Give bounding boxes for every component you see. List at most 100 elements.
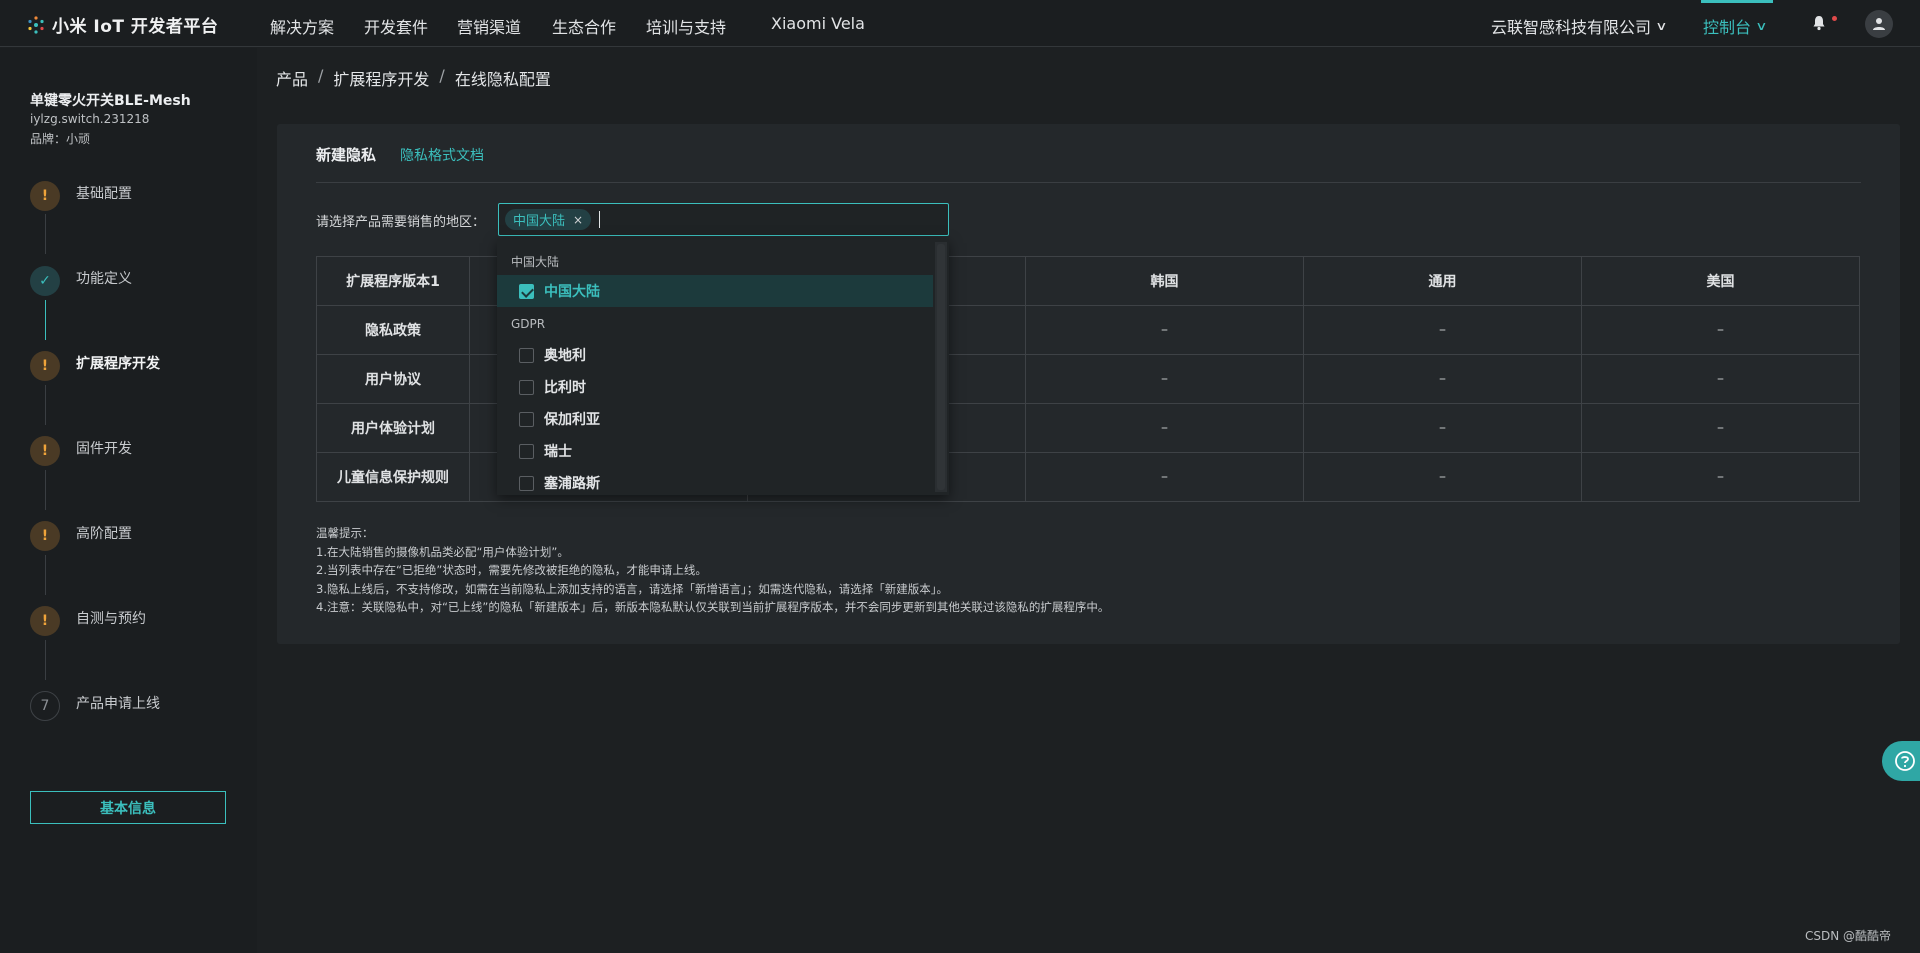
table-cell: – xyxy=(1025,305,1304,355)
option-label: 塞浦路斯 xyxy=(544,476,600,492)
warning-icon: ! xyxy=(30,436,60,466)
selected-region-tag: 中国大陆 × xyxy=(505,209,592,230)
region-option-belgium[interactable]: 比利时 xyxy=(497,371,933,403)
checkbox-icon xyxy=(519,443,534,459)
text-cursor xyxy=(599,211,600,228)
close-icon[interactable]: × xyxy=(573,213,583,227)
step-function-definition[interactable]: ✓ 功能定义 xyxy=(30,266,132,296)
dropdown-group-title: 中国大陆 xyxy=(511,255,560,269)
region-dropdown: 中国大陆 中国大陆 GDPR 奥地利 比利时 保加利亚 瑞士 塞浦路斯 xyxy=(497,239,949,495)
dropdown-scrollbar[interactable] xyxy=(935,242,947,492)
step-label: 产品申请上线 xyxy=(76,696,160,712)
tips-title: 温馨提示： xyxy=(316,526,374,540)
region-option-bulgaria[interactable]: 保加利亚 xyxy=(497,403,933,435)
table-cell: – xyxy=(1581,305,1860,355)
region-multiselect[interactable]: 中国大陆 × xyxy=(498,203,949,236)
nav-ecosystem[interactable]: 生态合作 xyxy=(552,14,616,38)
company-selector[interactable]: 云联智感科技有限公司 ∨ xyxy=(1491,14,1668,38)
table-cell: – xyxy=(1303,305,1582,355)
checkbox-icon xyxy=(519,411,534,427)
console-label: 控制台 xyxy=(1703,18,1752,37)
warning-icon: ! xyxy=(30,181,60,211)
breadcrumb-current: 在线隐私配置 xyxy=(454,70,551,89)
checkbox-icon xyxy=(519,475,534,491)
notification-dot xyxy=(1832,16,1837,21)
top-navigation-bar: 小米 IoT 开发者平台 解决方案 开发套件 营销渠道 生态合作 培训与支持 X… xyxy=(0,0,1920,47)
chevron-down-icon: ∨ xyxy=(1755,19,1768,33)
step-label: 固件开发 xyxy=(76,441,132,457)
nav-dev-kits[interactable]: 开发套件 xyxy=(364,14,428,38)
product-id: iylzg.switch.231218 xyxy=(30,112,150,126)
logo-text: 小米 IoT 开发者平台 xyxy=(52,17,219,37)
step-launch-application[interactable]: 7 产品申请上线 xyxy=(30,691,160,721)
question-icon xyxy=(1895,751,1915,771)
nav-solutions[interactable]: 解决方案 xyxy=(270,14,334,38)
breadcrumb: 产品 / 扩展程序开发 / 在线隐私配置 xyxy=(276,66,551,90)
chevron-down-icon: ∨ xyxy=(1655,19,1668,33)
tag-label: 中国大陆 xyxy=(513,214,566,229)
option-label: 比利时 xyxy=(544,380,586,396)
scrollbar-thumb[interactable] xyxy=(937,244,945,490)
tip-line: 1.在大陆销售的摄像机品类必配“用户体验计划”。 xyxy=(316,544,569,559)
breadcrumb-separator: / xyxy=(439,66,445,85)
table-cell: – xyxy=(1303,403,1582,453)
breadcrumb-products[interactable]: 产品 xyxy=(276,66,308,90)
tips-block: 温馨提示： 1.在大陆销售的摄像机品类必配“用户体验计划”。 2.当列表中存在“… xyxy=(316,524,1109,617)
region-option-cyprus[interactable]: 塞浦路斯 xyxy=(497,467,933,495)
warning-icon: ! xyxy=(30,521,60,551)
checkbox-checked-icon xyxy=(519,283,534,299)
table-cell: – xyxy=(1025,354,1304,404)
step-firmware-dev[interactable]: ! 固件开发 xyxy=(30,436,132,466)
row-header: 儿童信息保护规则 xyxy=(316,452,470,502)
watermark: CSDN @酷酷帝 xyxy=(1805,929,1892,943)
company-name: 云联智感科技有限公司 xyxy=(1491,18,1652,37)
console-menu[interactable]: 控制台 ∨ xyxy=(1703,14,1768,38)
step-connector xyxy=(45,385,46,425)
option-label: 保加利亚 xyxy=(544,412,600,428)
table-cell: – xyxy=(1025,452,1304,502)
step-extension-dev[interactable]: ! 扩展程序开发 xyxy=(30,351,160,381)
privacy-format-doc-link[interactable]: 隐私格式文档 xyxy=(400,145,484,165)
nav-xiaomi-vela[interactable]: Xiaomi Vela xyxy=(771,14,865,33)
step-label: 自测与预约 xyxy=(76,611,146,627)
step-connector xyxy=(45,640,46,680)
table-cell: – xyxy=(1303,452,1582,502)
step-connector xyxy=(45,300,46,340)
step-connector xyxy=(45,555,46,595)
basic-info-button[interactable]: 基本信息 xyxy=(30,791,226,824)
step-advanced-config[interactable]: ! 高阶配置 xyxy=(30,521,132,551)
region-option-switzerland[interactable]: 瑞士 xyxy=(497,435,933,467)
checkbox-icon xyxy=(519,347,534,363)
table-cell: – xyxy=(1581,354,1860,404)
row-header: 用户协议 xyxy=(316,354,470,404)
column-header: 通用 xyxy=(1303,256,1582,306)
breadcrumb-extension-dev[interactable]: 扩展程序开发 xyxy=(333,66,429,90)
table-cell: – xyxy=(1581,452,1860,502)
step-self-test[interactable]: ! 自测与预约 xyxy=(30,606,146,636)
user-avatar[interactable] xyxy=(1865,10,1893,38)
checkbox-icon xyxy=(519,379,534,395)
console-active-indicator xyxy=(1701,0,1773,3)
nav-marketing-channels[interactable]: 营销渠道 xyxy=(457,14,521,38)
step-label: 基础配置 xyxy=(76,186,132,202)
platform-logo[interactable]: 小米 IoT 开发者平台 xyxy=(26,12,218,37)
step-basic-config[interactable]: ! 基础配置 xyxy=(30,181,132,211)
mi-logo-icon xyxy=(28,15,44,34)
table-cell: – xyxy=(1025,403,1304,453)
breadcrumb-separator: / xyxy=(318,66,324,85)
check-icon: ✓ xyxy=(30,266,60,296)
region-label: 请选择产品需要销售的地区： xyxy=(316,215,486,230)
step-label: 功能定义 xyxy=(76,271,132,287)
region-option-austria[interactable]: 奥地利 xyxy=(497,339,933,371)
bell-icon[interactable] xyxy=(1810,14,1828,32)
table-cell: – xyxy=(1303,354,1582,404)
warning-icon: ! xyxy=(30,606,60,636)
row-header: 隐私政策 xyxy=(316,305,470,355)
column-header: 韩国 xyxy=(1025,256,1304,306)
help-button[interactable] xyxy=(1882,741,1920,781)
region-option-mainland-china[interactable]: 中国大陆 xyxy=(497,275,933,307)
nav-training-support[interactable]: 培训与支持 xyxy=(646,14,726,38)
column-header: 美国 xyxy=(1581,256,1860,306)
step-label: 扩展程序开发 xyxy=(76,356,160,372)
option-label: 奥地利 xyxy=(544,348,586,364)
